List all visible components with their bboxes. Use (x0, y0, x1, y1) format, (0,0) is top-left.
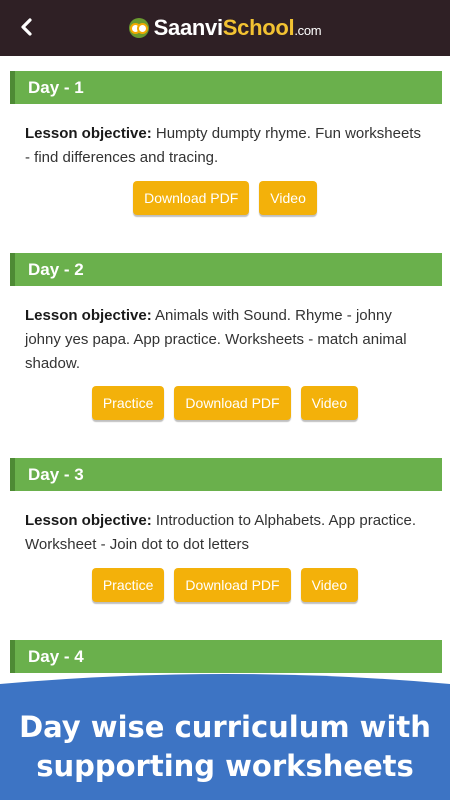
banner-text: Day wise curriculum with supporting work… (0, 708, 450, 786)
logo-part-school: School (222, 15, 295, 40)
objective-label: Lesson objective: (25, 125, 152, 142)
video-button[interactable]: Video (259, 181, 317, 215)
promo-banner: Day wise curriculum with supporting work… (0, 672, 450, 800)
day-1-objective: Lesson objective: Humpty dumpty rhyme. F… (25, 122, 425, 170)
app-bar: SaanviSchool.com (0, 0, 450, 56)
practice-button[interactable]: Practice (91, 568, 165, 602)
logo: SaanviSchool.com (128, 15, 322, 41)
download-pdf-button[interactable]: Download PDF (174, 568, 291, 602)
banner-line-1: Day wise curriculum with (19, 710, 431, 744)
day-3-objective: Lesson objective: Introduction to Alphab… (25, 509, 425, 557)
download-pdf-button[interactable]: Download PDF (174, 386, 291, 420)
day-3-header: Day - 3 (10, 458, 442, 491)
chevron-left-icon (21, 18, 32, 36)
back-button[interactable] (12, 12, 42, 42)
objective-label: Lesson objective: (25, 307, 152, 324)
video-button[interactable]: Video (300, 568, 359, 602)
objective-label: Lesson objective: (25, 512, 152, 529)
banner-line-2: supporting worksheets (36, 749, 414, 783)
logo-text: SaanviSchool.com (154, 15, 322, 41)
day-2-header: Day - 2 (10, 253, 442, 286)
logo-suffix: .com (294, 23, 322, 38)
day-1-actions: Download PDF Video (0, 181, 450, 215)
video-button[interactable]: Video (300, 386, 359, 420)
logo-part-saanvi: Saanvi (153, 15, 223, 40)
day-2-objective: Lesson objective: Animals with Sound. Rh… (25, 304, 425, 376)
day-2-actions: Practice Download PDF Video (0, 386, 450, 420)
download-pdf-button[interactable]: Download PDF (133, 181, 250, 215)
practice-button[interactable]: Practice (91, 386, 165, 420)
day-4-header: Day - 4 (10, 640, 442, 673)
day-3-actions: Practice Download PDF Video (0, 568, 450, 602)
day-1-header: Day - 1 (10, 71, 442, 104)
owl-logo-icon (128, 18, 149, 38)
